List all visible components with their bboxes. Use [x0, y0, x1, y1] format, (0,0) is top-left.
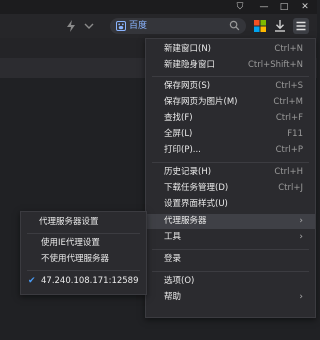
search-box[interactable]: 百度: [110, 18, 246, 34]
chevron-right-icon: ›: [299, 216, 303, 226]
main-menu: 新建窗口(N) Ctrl+N 新建隐身窗口 Ctrl+Shift+N 保存网页(…: [145, 38, 316, 318]
menu-item-new-window[interactable]: 新建窗口(N) Ctrl+N: [146, 42, 315, 57]
menu-separator: [152, 271, 309, 272]
search-engine-label: 百度: [129, 21, 148, 31]
submenu-item-label: 代理服务器设置: [39, 217, 99, 227]
menu-item-history[interactable]: 历史记录(H) Ctrl+H: [146, 165, 315, 180]
menu-item-shortcut: Ctrl+F: [275, 113, 303, 123]
menu-item-save-page[interactable]: 保存网页(S) Ctrl+S: [146, 79, 315, 94]
menu-item-save-as-image[interactable]: 保存网页为图片(M) Ctrl+M: [146, 95, 315, 110]
menu-item-shortcut: Ctrl+S: [275, 81, 303, 91]
menu-item-label: 选项(O): [164, 276, 195, 286]
menu-item-label: 新建窗口(N): [164, 44, 211, 54]
menu-item-options[interactable]: 选项(O): [146, 274, 315, 289]
menu-item-label: 保存网页(S): [164, 81, 211, 91]
submenu-item-no-proxy[interactable]: 不使用代理服务器: [21, 252, 146, 267]
menu-item-tools[interactable]: 工具 ›: [146, 230, 315, 245]
menu-item-ui-style[interactable]: 设置界面样式(U): [146, 197, 315, 212]
apps-icon[interactable]: [252, 18, 268, 34]
submenu-item-proxy-settings[interactable]: 代理服务器设置: [21, 215, 146, 230]
chevron-right-icon: ›: [299, 292, 303, 302]
submenu-item-use-ie-proxy[interactable]: 使用IE代理设置: [21, 236, 146, 251]
menu-item-shortcut: Ctrl+M: [273, 97, 303, 107]
menu-separator: [152, 249, 309, 250]
menu-item-new-incognito-window[interactable]: 新建隐身窗口 Ctrl+Shift+N: [146, 58, 315, 73]
submenu-separator: [27, 233, 140, 234]
menu-item-shortcut: Ctrl+Shift+N: [247, 60, 303, 70]
menu-item-label: 历史记录(H): [164, 167, 212, 177]
menu-item-label: 帮助: [164, 292, 182, 302]
minimize-button[interactable]: —: [256, 0, 272, 14]
proxy-submenu: 代理服务器设置 使用IE代理设置 不使用代理服务器 ✔ 47.240.108.1…: [20, 211, 147, 295]
menu-item-label: 全屏(L): [164, 129, 193, 139]
menu-separator: [152, 76, 309, 77]
chevron-down-icon[interactable]: [81, 18, 97, 34]
search-icon[interactable]: [229, 20, 240, 31]
lightning-icon[interactable]: [63, 18, 79, 34]
menu-separator: [152, 162, 309, 163]
menu-item-label: 登录: [164, 254, 182, 264]
menu-item-shortcut: Ctrl+P: [275, 145, 303, 155]
menu-item-shortcut: Ctrl+N: [274, 44, 303, 54]
chevron-right-icon: ›: [299, 232, 303, 242]
maximize-button[interactable]: □: [276, 0, 292, 14]
menu-item-find[interactable]: 查找(F) Ctrl+F: [146, 111, 315, 126]
menu-item-fullscreen[interactable]: 全屏(L) F11: [146, 127, 315, 142]
submenu-item-label: 47.240.108.171:12589: [41, 276, 139, 286]
menu-item-label: 打印(P)...: [164, 145, 201, 155]
toolbar: 百度: [0, 14, 317, 38]
menu-item-label: 设置界面样式(U): [164, 199, 228, 209]
hamburger-menu-icon[interactable]: [293, 18, 309, 34]
menu-item-label: 工具: [164, 232, 182, 242]
menu-item-label: 新建隐身窗口: [164, 60, 216, 70]
menu-item-label: 保存网页为图片(M): [164, 97, 238, 107]
baidu-engine-icon[interactable]: [116, 21, 126, 31]
checkmark-icon: ✔: [28, 276, 36, 286]
menu-item-print[interactable]: 打印(P)... Ctrl+P: [146, 143, 315, 158]
menu-item-label: 查找(F): [164, 113, 193, 123]
menu-item-shortcut: F11: [287, 129, 303, 139]
menu-item-shortcut: Ctrl+J: [278, 183, 303, 193]
menu-item-shortcut: Ctrl+H: [274, 167, 303, 177]
menu-item-downloads[interactable]: 下载任务管理(D) Ctrl+J: [146, 181, 315, 196]
submenu-item-label: 使用IE代理设置: [41, 238, 100, 248]
close-button[interactable]: ✕: [297, 0, 313, 14]
menu-item-label: 下载任务管理(D): [164, 183, 229, 193]
submenu-item-label: 不使用代理服务器: [41, 254, 110, 264]
menu-item-help[interactable]: 帮助 ›: [146, 290, 315, 305]
skin-icon[interactable]: ⛉: [232, 0, 248, 14]
menu-item-proxy-server[interactable]: 代理服务器 ›: [146, 214, 315, 229]
submenu-item-proxy-address[interactable]: ✔ 47.240.108.171:12589: [21, 274, 146, 289]
title-bar: ⛉ — □ ✕: [0, 0, 317, 14]
submenu-separator: [27, 270, 140, 271]
menu-item-login[interactable]: 登录: [146, 252, 315, 267]
menu-item-label: 代理服务器: [164, 216, 207, 226]
download-icon[interactable]: [272, 18, 288, 34]
